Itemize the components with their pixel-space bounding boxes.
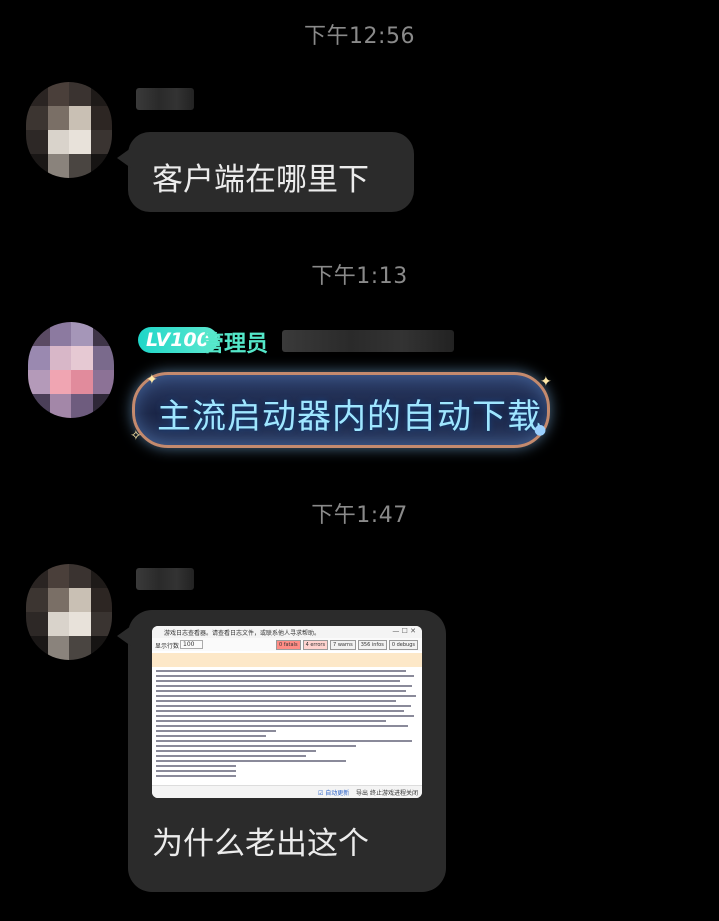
avatar[interactable] [28,322,114,418]
window-controls-icon: — ☐ ✕ [392,627,416,635]
star-icon: ✦ [146,372,158,388]
message-text: 主流启动器内的自动下载 [157,397,542,437]
tab-fatals[interactable]: 0 fatals [275,640,301,650]
timestamp: 下午1:13 [311,264,408,289]
image-attachment[interactable]: 游戏日志查看器。请查看日志文件，或联系他人寻求帮助。 — ☐ ✕ 显示行数 10… [152,626,422,798]
avatar[interactable] [26,82,112,178]
auto-update-checkbox[interactable]: ☑ 自动更新 [318,788,349,797]
log-level-tabs: 0 fatals 4 errors 7 warns 356 infos 0 de… [275,640,418,650]
close-link[interactable]: 关闭 [406,788,418,797]
chat-screen: 下午12:56 客户端在哪里下 下午1:13 LV100 管理员 主流启动器内的… [0,0,719,921]
tab-warns[interactable]: 7 warns [330,640,356,650]
sender-name-blurred [136,568,194,590]
message-bubble-decorated[interactable]: 主流启动器内的自动下载 [132,372,550,448]
log-warning-line [152,653,422,667]
tab-infos[interactable]: 356 infos [357,640,387,650]
filter-select[interactable]: 100 [180,640,204,649]
message-text: 为什么老出这个 [152,826,369,862]
kill-process-link[interactable]: 终止游戏进程 [370,788,406,797]
sender-name-blurred [136,88,194,110]
sender-name-blurred [282,330,454,352]
timestamp: 下午12:56 [304,24,415,49]
star-icon: ✦ [540,374,552,390]
role-label: 管理员 [202,332,269,357]
auto-update-label: 自动更新 [325,790,350,797]
message-bubble[interactable]: 客户端在哪里下 [117,132,414,212]
tab-errors[interactable]: 4 errors [302,640,329,650]
log-footer: ☑ 自动更新 导出 终止游戏进程 关闭 [152,785,422,798]
tab-debugs[interactable]: 0 debugs [388,640,418,650]
export-link[interactable]: 导出 [356,788,368,797]
timestamp: 下午1:47 [311,503,408,528]
star-icon: ● [534,422,547,438]
star-icon: ✧ [130,428,142,444]
filter-label: 显示行数 [155,643,180,650]
message-bubble[interactable]: 游戏日志查看器。请查看日志文件，或联系他人寻求帮助。 — ☐ ✕ 显示行数 10… [117,610,446,892]
avatar[interactable] [26,564,112,660]
message-text: 客户端在哪里下 [152,162,369,198]
window-title: 游戏日志查看器。请查看日志文件，或联系他人寻求帮助。 [164,630,321,637]
